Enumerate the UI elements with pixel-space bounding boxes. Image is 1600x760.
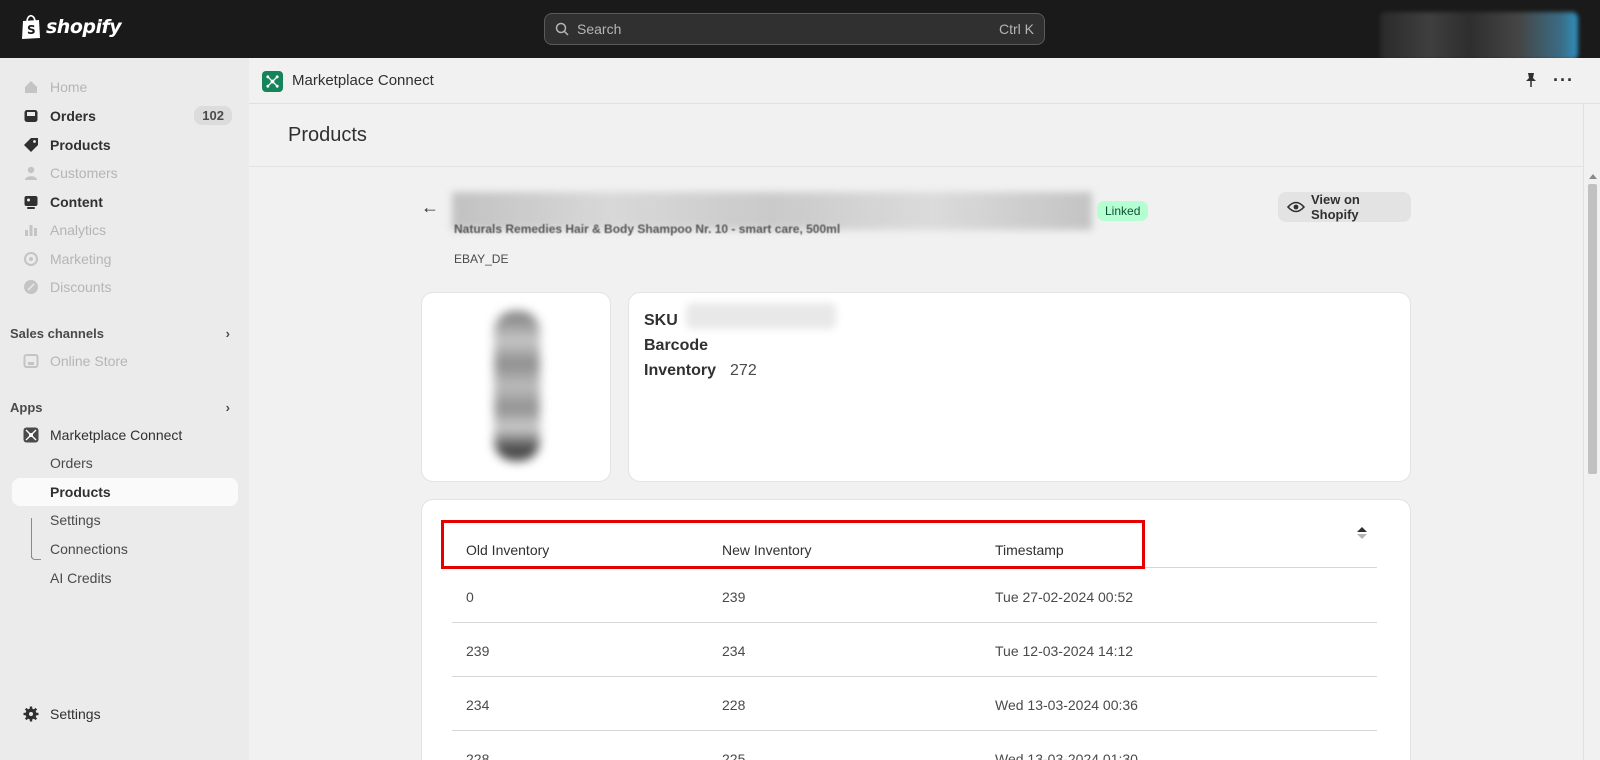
app-sub-item-orders[interactable]: Orders [12,449,238,477]
sku-value-redacted [686,303,836,329]
table-row: 228 225 Wed 13-03-2024 01:30 [452,731,1377,760]
brand-name: shopify [46,16,122,38]
store-icon [22,352,40,370]
page-title: Products [288,124,367,146]
sidebar-item-marketplace-connect[interactable]: Marketplace Connect [12,421,238,449]
tag-icon [22,136,40,154]
app-sub-item-products[interactable]: Products [12,478,238,506]
header-highlight-box [441,520,1145,569]
sidebar-item-home: Home [12,73,238,101]
table-row: 239 234 Tue 12-03-2024 14:12 [452,623,1377,677]
sidebar-item-label: Orders [50,108,96,124]
marketplace-connect-icon [22,426,40,444]
channel-label: EBAY_DE [454,252,509,266]
account-menu[interactable] [1380,12,1578,60]
product-title: Naturals Remedies Hair & Body Shampoo Nr… [454,222,841,236]
sku-label: SKU [644,312,678,329]
table-row: 234 228 Wed 13-03-2024 00:36 [452,677,1377,731]
app-sub-item-connections[interactable]: Connections [12,535,238,563]
sidebar-item-customers: Customers [12,159,238,187]
app-sub-item-ai-credits[interactable]: AI Credits [12,564,238,592]
status-badge: Linked [1097,201,1149,221]
top-bar: S shopify Search Ctrl K [0,0,1600,60]
sidebar-item-analytics: Analytics [12,216,238,244]
sidebar-item-label: Settings [50,706,101,722]
inventory-history-table: Old Inventory New Inventory Timestamp 0 … [421,499,1411,760]
inventory-label: Inventory [644,362,717,379]
sku-row: SKU [644,312,678,330]
inventory-value: 272 [730,362,757,379]
sidebar-item-content[interactable]: Content [12,188,238,216]
person-icon [22,164,40,182]
sidebar-item-orders[interactable]: Orders 102 [12,102,238,130]
sidebar-item-label: Products [50,137,111,153]
home-icon [22,78,40,96]
content-icon [22,193,40,211]
more-options-icon[interactable]: ··· [1553,70,1574,91]
search-placeholder: Search [577,21,622,37]
app-sub-item-settings[interactable]: Settings [12,506,238,534]
sort-icon[interactable] [1356,526,1368,545]
bar-chart-icon [22,221,40,239]
back-arrow-icon[interactable]: ← [421,197,439,218]
search-icon [555,22,569,36]
sidebar-item-label: Customers [50,165,118,181]
app-header: Marketplace Connect ··· [249,58,1600,104]
sidebar-item-label: Marketing [50,251,112,267]
table-row: 0 239 Tue 27-02-2024 00:52 [452,569,1377,623]
app-header-title: Marketplace Connect [292,72,434,89]
sidebar-item-label: Marketplace Connect [50,427,183,443]
search-input[interactable]: Search Ctrl K [544,13,1045,45]
sidebar-item-label: Analytics [50,222,107,238]
chevron-right-icon: › [225,400,230,415]
sidebar: Home Orders 102 Products Customers Conte… [0,58,249,760]
search-shortcut: Ctrl K [999,21,1034,37]
product-image [494,311,540,461]
sidebar-item-label: Discounts [50,279,112,295]
product-info-card: SKU Barcode Inventory 272 [628,292,1411,482]
shopify-bag-icon: S [22,14,40,39]
discount-icon [22,278,40,296]
product-image-card [421,292,611,482]
page-title-bar: Products [249,104,1583,167]
apps-heading[interactable]: Apps › [10,400,238,415]
shopify-logo[interactable]: S shopify [20,14,122,40]
scroll-up-arrow[interactable] [1589,174,1597,179]
sidebar-item-label: Home [50,79,88,95]
scrollbar[interactable] [1583,104,1600,760]
sidebar-item-products[interactable]: Products [12,131,238,159]
orders-count-badge: 102 [194,106,232,125]
pin-icon[interactable] [1524,72,1538,93]
gear-icon [22,705,40,723]
sidebar-item-settings[interactable]: Settings [12,700,238,728]
sidebar-item-discounts: Discounts [12,273,238,301]
sidebar-item-label: Content [50,194,103,210]
scrollbar-thumb[interactable] [1588,184,1597,474]
view-on-shopify-button[interactable]: View on Shopify [1278,192,1411,222]
inbox-icon [22,107,40,125]
barcode-row: Barcode [644,337,708,355]
sidebar-item-marketing: Marketing [12,245,238,273]
chevron-right-icon: › [225,326,230,341]
marketplace-connect-app-icon [262,71,283,92]
target-icon [22,250,40,268]
sidebar-item-label: Online Store [50,353,128,369]
inventory-row: Inventory 272 [644,362,757,380]
svg-text:S: S [27,23,36,37]
eye-icon [1287,201,1305,213]
sidebar-item-online-store: Online Store [12,347,238,375]
sales-channels-heading[interactable]: Sales channels › [10,326,238,341]
barcode-label: Barcode [644,337,709,354]
